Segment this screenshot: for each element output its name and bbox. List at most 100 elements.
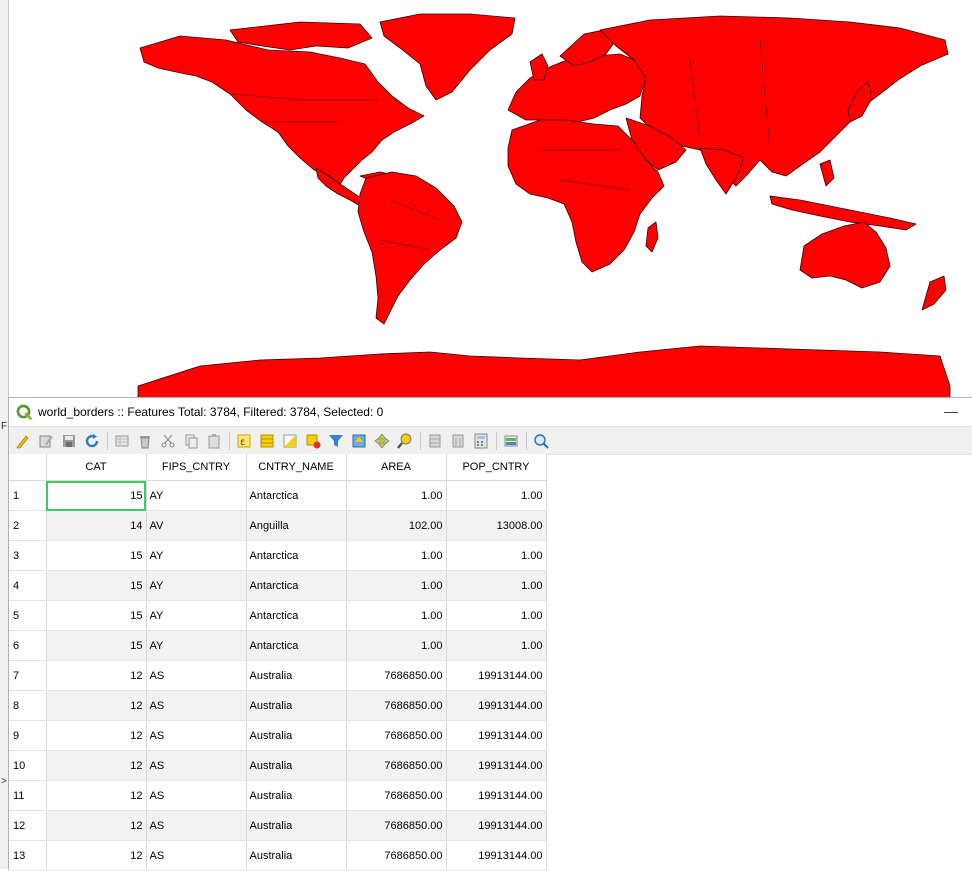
cell-pop-cntry[interactable]: 13008.00 xyxy=(446,510,547,541)
row-number[interactable]: 10 xyxy=(9,750,47,781)
cell-cat[interactable]: 15 xyxy=(46,630,147,661)
cell-area[interactable]: 1.00 xyxy=(346,480,447,511)
cell-cat[interactable]: 12 xyxy=(46,720,147,751)
table-row[interactable]: 11 12 AS Australia 7686850.00 19913144.00 xyxy=(9,780,547,811)
copy-icon[interactable] xyxy=(181,431,201,451)
pan-to-selection-icon[interactable] xyxy=(372,431,392,451)
corner-header[interactable] xyxy=(9,454,47,481)
partial-expand-arrow[interactable]: > xyxy=(1,776,7,787)
table-row[interactable]: 12 12 AS Australia 7686850.00 19913144.00 xyxy=(9,810,547,841)
filter-icon[interactable] xyxy=(326,431,346,451)
cell-pop-cntry[interactable]: 19913144.00 xyxy=(446,690,547,721)
delete-field-icon[interactable] xyxy=(448,431,468,451)
cell-area[interactable]: 7686850.00 xyxy=(346,660,447,691)
table-row[interactable]: 13 12 AS Australia 7686850.00 19913144.00 xyxy=(9,840,547,871)
paste-icon[interactable] xyxy=(204,431,224,451)
cell-pop-cntry[interactable]: 1.00 xyxy=(446,570,547,601)
cell-cat[interactable]: 15 xyxy=(46,600,147,631)
cell-area[interactable]: 7686850.00 xyxy=(346,780,447,811)
new-field-icon[interactable] xyxy=(425,431,445,451)
cell-area[interactable]: 7686850.00 xyxy=(346,690,447,721)
table-row[interactable]: 2 14 AV Anguilla 102.00 13008.00 xyxy=(9,510,547,541)
cell-fips-cntry[interactable]: AY xyxy=(146,600,247,631)
cell-area[interactable]: 7686850.00 xyxy=(346,720,447,751)
actions-icon[interactable] xyxy=(531,431,551,451)
cell-cat[interactable]: 12 xyxy=(46,840,147,871)
cell-cat[interactable]: 15 xyxy=(46,540,147,571)
table-row[interactable]: 1 15 AY Antarctica 1.00 1.00 xyxy=(9,480,547,511)
table-row[interactable]: 10 12 AS Australia 7686850.00 19913144.00 xyxy=(9,750,547,781)
cell-cntry-name[interactable]: Australia xyxy=(246,690,347,721)
row-number[interactable]: 13 xyxy=(9,840,47,871)
row-number[interactable]: 11 xyxy=(9,780,47,811)
cell-area[interactable]: 102.00 xyxy=(346,510,447,541)
table-row[interactable]: 3 15 AY Antarctica 1.00 1.00 xyxy=(9,540,547,571)
table-row[interactable]: 5 15 AY Antarctica 1.00 1.00 xyxy=(9,600,547,631)
cell-area[interactable]: 1.00 xyxy=(346,540,447,571)
table-row[interactable]: 9 12 AS Australia 7686850.00 19913144.00 xyxy=(9,720,547,751)
cell-cntry-name[interactable]: Australia xyxy=(246,720,347,751)
cell-area[interactable]: 7686850.00 xyxy=(346,840,447,871)
conditional-formatting-icon[interactable] xyxy=(501,431,521,451)
row-number[interactable]: 3 xyxy=(9,540,47,571)
save-edits-icon[interactable] xyxy=(59,431,79,451)
zoom-to-selection-icon[interactable] xyxy=(395,431,415,451)
cell-fips-cntry[interactable]: AS xyxy=(146,810,247,841)
cell-area[interactable]: 1.00 xyxy=(346,630,447,661)
row-number[interactable]: 1 xyxy=(9,480,47,511)
table-row[interactable]: 8 12 AS Australia 7686850.00 19913144.00 xyxy=(9,690,547,721)
row-number[interactable]: 12 xyxy=(9,810,47,841)
cell-cntry-name[interactable]: Australia xyxy=(246,780,347,811)
cell-area[interactable]: 1.00 xyxy=(346,600,447,631)
cell-pop-cntry[interactable]: 1.00 xyxy=(446,600,547,631)
cell-cat[interactable]: 12 xyxy=(46,750,147,781)
cell-cntry-name[interactable]: Antarctica xyxy=(246,570,347,601)
multi-edit-icon[interactable] xyxy=(36,431,56,451)
attribute-grid[interactable]: CAT FIPS_CNTRY CNTRY_NAME AREA POP_CNTRY… xyxy=(9,454,549,871)
cell-pop-cntry[interactable]: 1.00 xyxy=(446,630,547,661)
cell-fips-cntry[interactable]: AY xyxy=(146,570,247,601)
cell-fips-cntry[interactable]: AY xyxy=(146,630,247,661)
row-number[interactable]: 5 xyxy=(9,600,47,631)
cell-fips-cntry[interactable]: AS xyxy=(146,720,247,751)
cell-cntry-name[interactable]: Antarctica xyxy=(246,540,347,571)
toggle-editing-icon[interactable] xyxy=(13,431,33,451)
move-selection-to-top-icon[interactable] xyxy=(349,431,369,451)
row-number[interactable]: 2 xyxy=(9,510,47,541)
column-header-cat[interactable]: CAT xyxy=(46,454,147,481)
cell-pop-cntry[interactable]: 19913144.00 xyxy=(446,840,547,871)
cell-cntry-name[interactable]: Australia xyxy=(246,810,347,841)
cell-cntry-name[interactable]: Australia xyxy=(246,660,347,691)
select-by-expression-icon[interactable]: ε xyxy=(234,431,254,451)
cell-cntry-name[interactable]: Antarctica xyxy=(246,600,347,631)
row-number[interactable]: 6 xyxy=(9,630,47,661)
cell-cat[interactable]: 14 xyxy=(46,510,147,541)
cell-cat[interactable]: 15 xyxy=(46,570,147,601)
cell-cntry-name[interactable]: Australia xyxy=(246,840,347,871)
delete-feature-icon[interactable] xyxy=(135,431,155,451)
invert-selection-icon[interactable] xyxy=(280,431,300,451)
cell-pop-cntry[interactable]: 1.00 xyxy=(446,480,547,511)
field-calculator-icon[interactable] xyxy=(471,431,491,451)
select-all-icon[interactable] xyxy=(257,431,277,451)
window-titlebar[interactable]: world_borders :: Features Total: 3784, F… xyxy=(9,398,972,426)
table-row[interactable]: 7 12 AS Australia 7686850.00 19913144.00 xyxy=(9,660,547,691)
column-header-area[interactable]: AREA xyxy=(346,454,447,481)
cell-fips-cntry[interactable]: AY xyxy=(146,480,247,511)
cell-pop-cntry[interactable]: 19913144.00 xyxy=(446,810,547,841)
table-row[interactable]: 6 15 AY Antarctica 1.00 1.00 xyxy=(9,630,547,661)
cell-fips-cntry[interactable]: AS xyxy=(146,780,247,811)
table-row[interactable]: 4 15 AY Antarctica 1.00 1.00 xyxy=(9,570,547,601)
row-number[interactable]: 8 xyxy=(9,690,47,721)
add-feature-icon[interactable] xyxy=(112,431,132,451)
cell-fips-cntry[interactable]: AS xyxy=(146,690,247,721)
world-map[interactable] xyxy=(0,0,972,398)
cell-area[interactable]: 1.00 xyxy=(346,570,447,601)
cut-icon[interactable] xyxy=(158,431,178,451)
cell-cat[interactable]: 12 xyxy=(46,660,147,691)
cell-fips-cntry[interactable]: AS xyxy=(146,840,247,871)
column-header-fips-cntry[interactable]: FIPS_CNTRY xyxy=(146,454,247,481)
row-number[interactable]: 9 xyxy=(9,720,47,751)
cell-pop-cntry[interactable]: 19913144.00 xyxy=(446,660,547,691)
cell-fips-cntry[interactable]: AS xyxy=(146,750,247,781)
